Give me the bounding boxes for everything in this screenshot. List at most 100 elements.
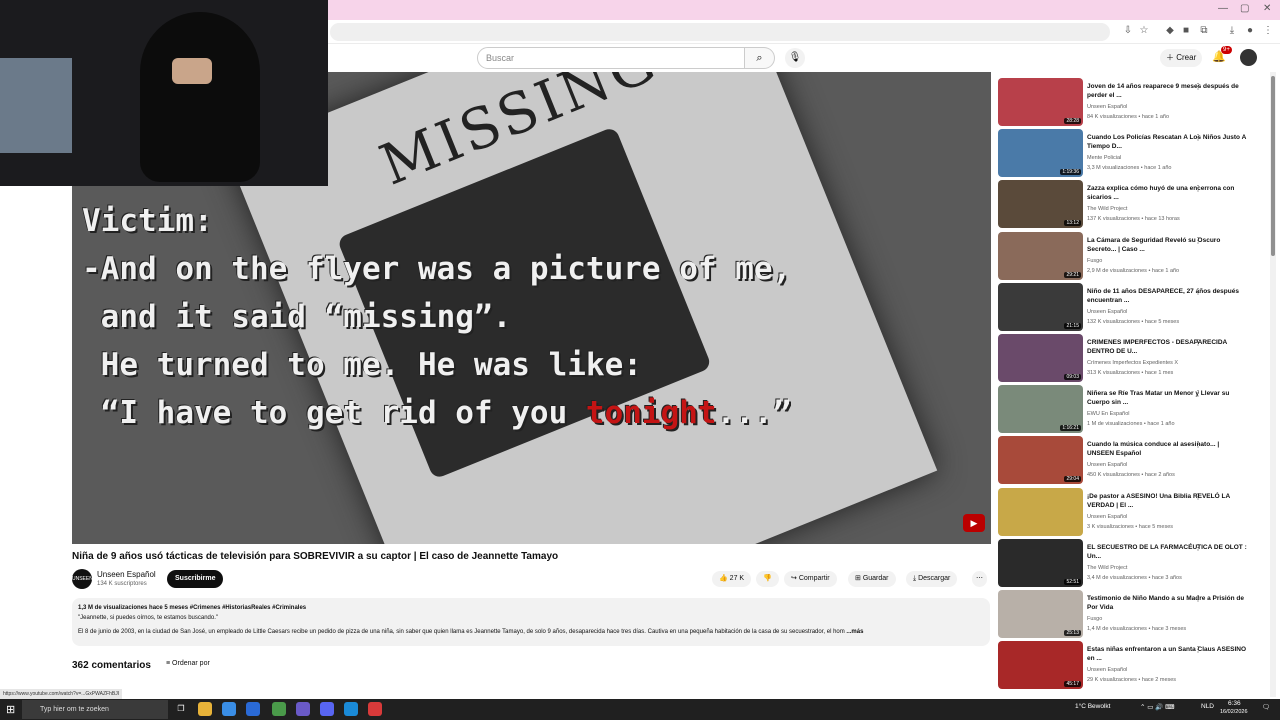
recommended-video[interactable]: 13:12 Zazza explica cómo huyó de una ence… [998,180,1268,229]
recommended-channel[interactable]: Unseen Español [1087,309,1127,315]
install-app-icon[interactable]: ⇩ [1122,25,1134,37]
extension-icon[interactable]: ◆ [1164,25,1176,37]
maximize-button[interactable]: ▢ [1240,3,1249,14]
more-options-icon[interactable]: ⋮ [1194,594,1202,603]
extension-icon-2[interactable]: ■ [1180,25,1192,37]
recommended-video[interactable]: 25:13 Testimonio de Niño Mando a su Madre… [998,590,1268,638]
more-actions-button[interactable]: ⋯ [972,571,987,587]
recommended-channel[interactable]: Unseen Español [1087,514,1127,520]
recommended-video[interactable]: 45:17 Estas niñas enfrentaron a un Santa … [998,641,1268,690]
store-icon[interactable] [222,702,236,716]
show-more-link[interactable]: ...más [846,629,863,635]
bookmark-star-icon[interactable]: ☆ [1138,25,1150,37]
recommended-title[interactable]: Cuando la música conduce al asesinato...… [1087,440,1247,458]
address-field[interactable] [330,23,1110,41]
recommended-channel[interactable]: The Wild Project [1087,206,1127,212]
video-thumbnail[interactable]: 29:21 [998,231,1083,280]
weather-widget[interactable]: 1°C Bewolkt [1075,703,1110,710]
like-button[interactable]: 👍 27 K [712,571,752,587]
recommended-title[interactable]: Estas niñas enfrentaron a un Santa Claus… [1087,645,1247,663]
recommended-video[interactable]: 09:03 CRIMENES IMPERFECTOS - DESAPARECIDA… [998,334,1268,382]
channel-avatar[interactable]: UNSEEN [72,569,93,589]
system-tray-icons[interactable]: ⌃ ▭ 🔊 ⌨ [1140,703,1174,711]
voice-search-button[interactable]: 🎙 [785,48,805,68]
minimize-button[interactable]: — [1218,3,1228,14]
notification-center-icon[interactable]: 🗨 [1262,703,1270,711]
recommended-video[interactable]: 1:19:36 Cuando Los Policías Rescatan A Lo… [998,129,1268,178]
recommended-channel[interactable]: Unseen Español [1087,104,1127,110]
chrome-icon[interactable] [272,702,286,716]
file-explorer-icon[interactable] [198,702,212,716]
more-options-icon[interactable]: ⋮ [1194,645,1202,654]
video-thumbnail[interactable]: 1:16:21 [998,385,1083,434]
recommended-video[interactable]: 1:16:21 Niñera se Ríe Tras Matar un Menor… [998,385,1268,434]
video-thumbnail[interactable]: 21:15 [998,282,1083,331]
profile-icon[interactable]: ● [1244,25,1256,37]
recommended-title[interactable]: Niño de 11 años DESAPARECE, 27 años desp… [1087,287,1247,305]
more-options-icon[interactable]: ⋮ [1194,543,1202,552]
recommended-title[interactable]: Cuando Los Policías Rescatan A Los Niños… [1087,133,1247,151]
recommended-title[interactable]: Joven de 14 años reaparece 9 meses despu… [1087,82,1247,100]
more-options-icon[interactable]: ⋮ [1194,389,1202,398]
video-thumbnail[interactable]: 1:19:36 [998,129,1083,178]
recommended-channel[interactable]: Mente Policial [1087,155,1121,161]
channel-name[interactable]: Unseen Español [97,570,156,579]
more-options-icon[interactable]: ⋮ [1194,287,1202,296]
clock-time[interactable]: 6:36 [1228,700,1241,707]
recommended-title[interactable]: Niñera se Ríe Tras Matar un Menor y Llev… [1087,389,1247,407]
more-options-icon[interactable]: ⋮ [1194,338,1202,347]
clock-date[interactable]: 16/02/2026 [1220,709,1248,715]
more-options-icon[interactable]: ⋮ [1194,440,1202,449]
browser-menu-icon[interactable]: ⋮ [1262,25,1274,37]
recommended-channel[interactable]: The Wild Project [1087,565,1127,571]
video-thumbnail[interactable] [998,487,1083,536]
windows-start-icon[interactable]: ⊞ [6,703,15,716]
search-button[interactable]: ⌕ [745,47,775,69]
video-thumbnail[interactable]: 29:04 [998,436,1083,485]
video-thumbnail[interactable]: 13:12 [998,180,1083,229]
recommended-title[interactable]: CRIMENES IMPERFECTOS - DESAPARECIDA DENT… [1087,338,1247,356]
more-options-icon[interactable]: ⋮ [1194,236,1202,245]
video-thumbnail[interactable]: 45:17 [998,641,1083,690]
input-language[interactable]: NLD [1201,703,1214,710]
subscribe-button[interactable]: Suscribirme [167,570,224,588]
app-icon[interactable] [296,702,310,716]
recommended-channel[interactable]: Fusgo [1087,616,1102,622]
recommended-video[interactable]: 29:21 La Cámara de Seguridad Reveló su Os… [998,231,1268,280]
recommended-video[interactable]: ¡De pastor a ASESINO! Una Biblia REVELÓ … [998,487,1268,536]
recommended-channel[interactable]: Fusgo [1087,258,1102,264]
create-button[interactable]: ＋ Crear [1160,49,1203,67]
recommended-title[interactable]: Zazza explica cómo huyó de una encerrona… [1087,184,1247,202]
puzzle-icon[interactable]: ⧉ [1198,25,1210,37]
video-description[interactable]: 1,3 M de visualizaciones hace 5 meses #C… [72,598,990,646]
more-options-icon[interactable]: ⋮ [1194,82,1202,91]
recommended-title[interactable]: ¡De pastor a ASESINO! Una Biblia REVELÓ … [1087,492,1247,510]
scrollbar-thumb[interactable] [1271,76,1275,256]
recorder-icon[interactable] [368,702,382,716]
recommended-title[interactable]: Testimonio de Niño Mando a su Madre a Pr… [1087,594,1247,612]
recommended-channel[interactable]: Unseen Español [1087,462,1127,468]
search-input[interactable]: Buscar [477,47,745,69]
video-thumbnail[interactable]: 28:28 [998,78,1083,126]
recommended-video[interactable]: 52:51 EL SECUESTRO DE LA FARMACÉUTICA DE … [998,538,1268,587]
recommended-title[interactable]: EL SECUESTRO DE LA FARMACÉUTICA DE OLOT … [1087,543,1247,561]
dislike-button[interactable]: 👎 [756,571,779,587]
recommended-channel[interactable]: EWU En Español [1087,411,1130,417]
outlook-icon[interactable] [246,702,260,716]
recommended-video[interactable]: 28:28 Joven de 14 años reaparece 9 meses … [998,78,1268,126]
video-thumbnail[interactable]: 52:51 [998,538,1083,587]
video-thumbnail[interactable]: 25:13 [998,590,1083,638]
close-window-button[interactable]: ✕ [1263,3,1271,14]
recommended-title[interactable]: La Cámara de Seguridad Reveló su Oscuro … [1087,236,1247,254]
discord-icon[interactable] [320,702,334,716]
more-options-icon[interactable]: ⋮ [1194,492,1202,501]
more-options-icon[interactable]: ⋮ [1194,184,1202,193]
recommended-video[interactable]: 21:15 Niño de 11 años DESAPARECE, 27 años… [998,282,1268,331]
download-icon[interactable]: ⤓ [1226,25,1238,37]
recommended-channel[interactable]: Unseen Español [1087,667,1127,673]
more-options-icon[interactable]: ⋮ [1194,133,1202,142]
channel-watermark-icon[interactable]: ▶ [963,514,985,532]
sort-comments-button[interactable]: ≡ Ordenar por [166,660,210,667]
share-button[interactable]: ↪ Compartir [784,571,837,587]
edge-icon[interactable] [344,702,358,716]
